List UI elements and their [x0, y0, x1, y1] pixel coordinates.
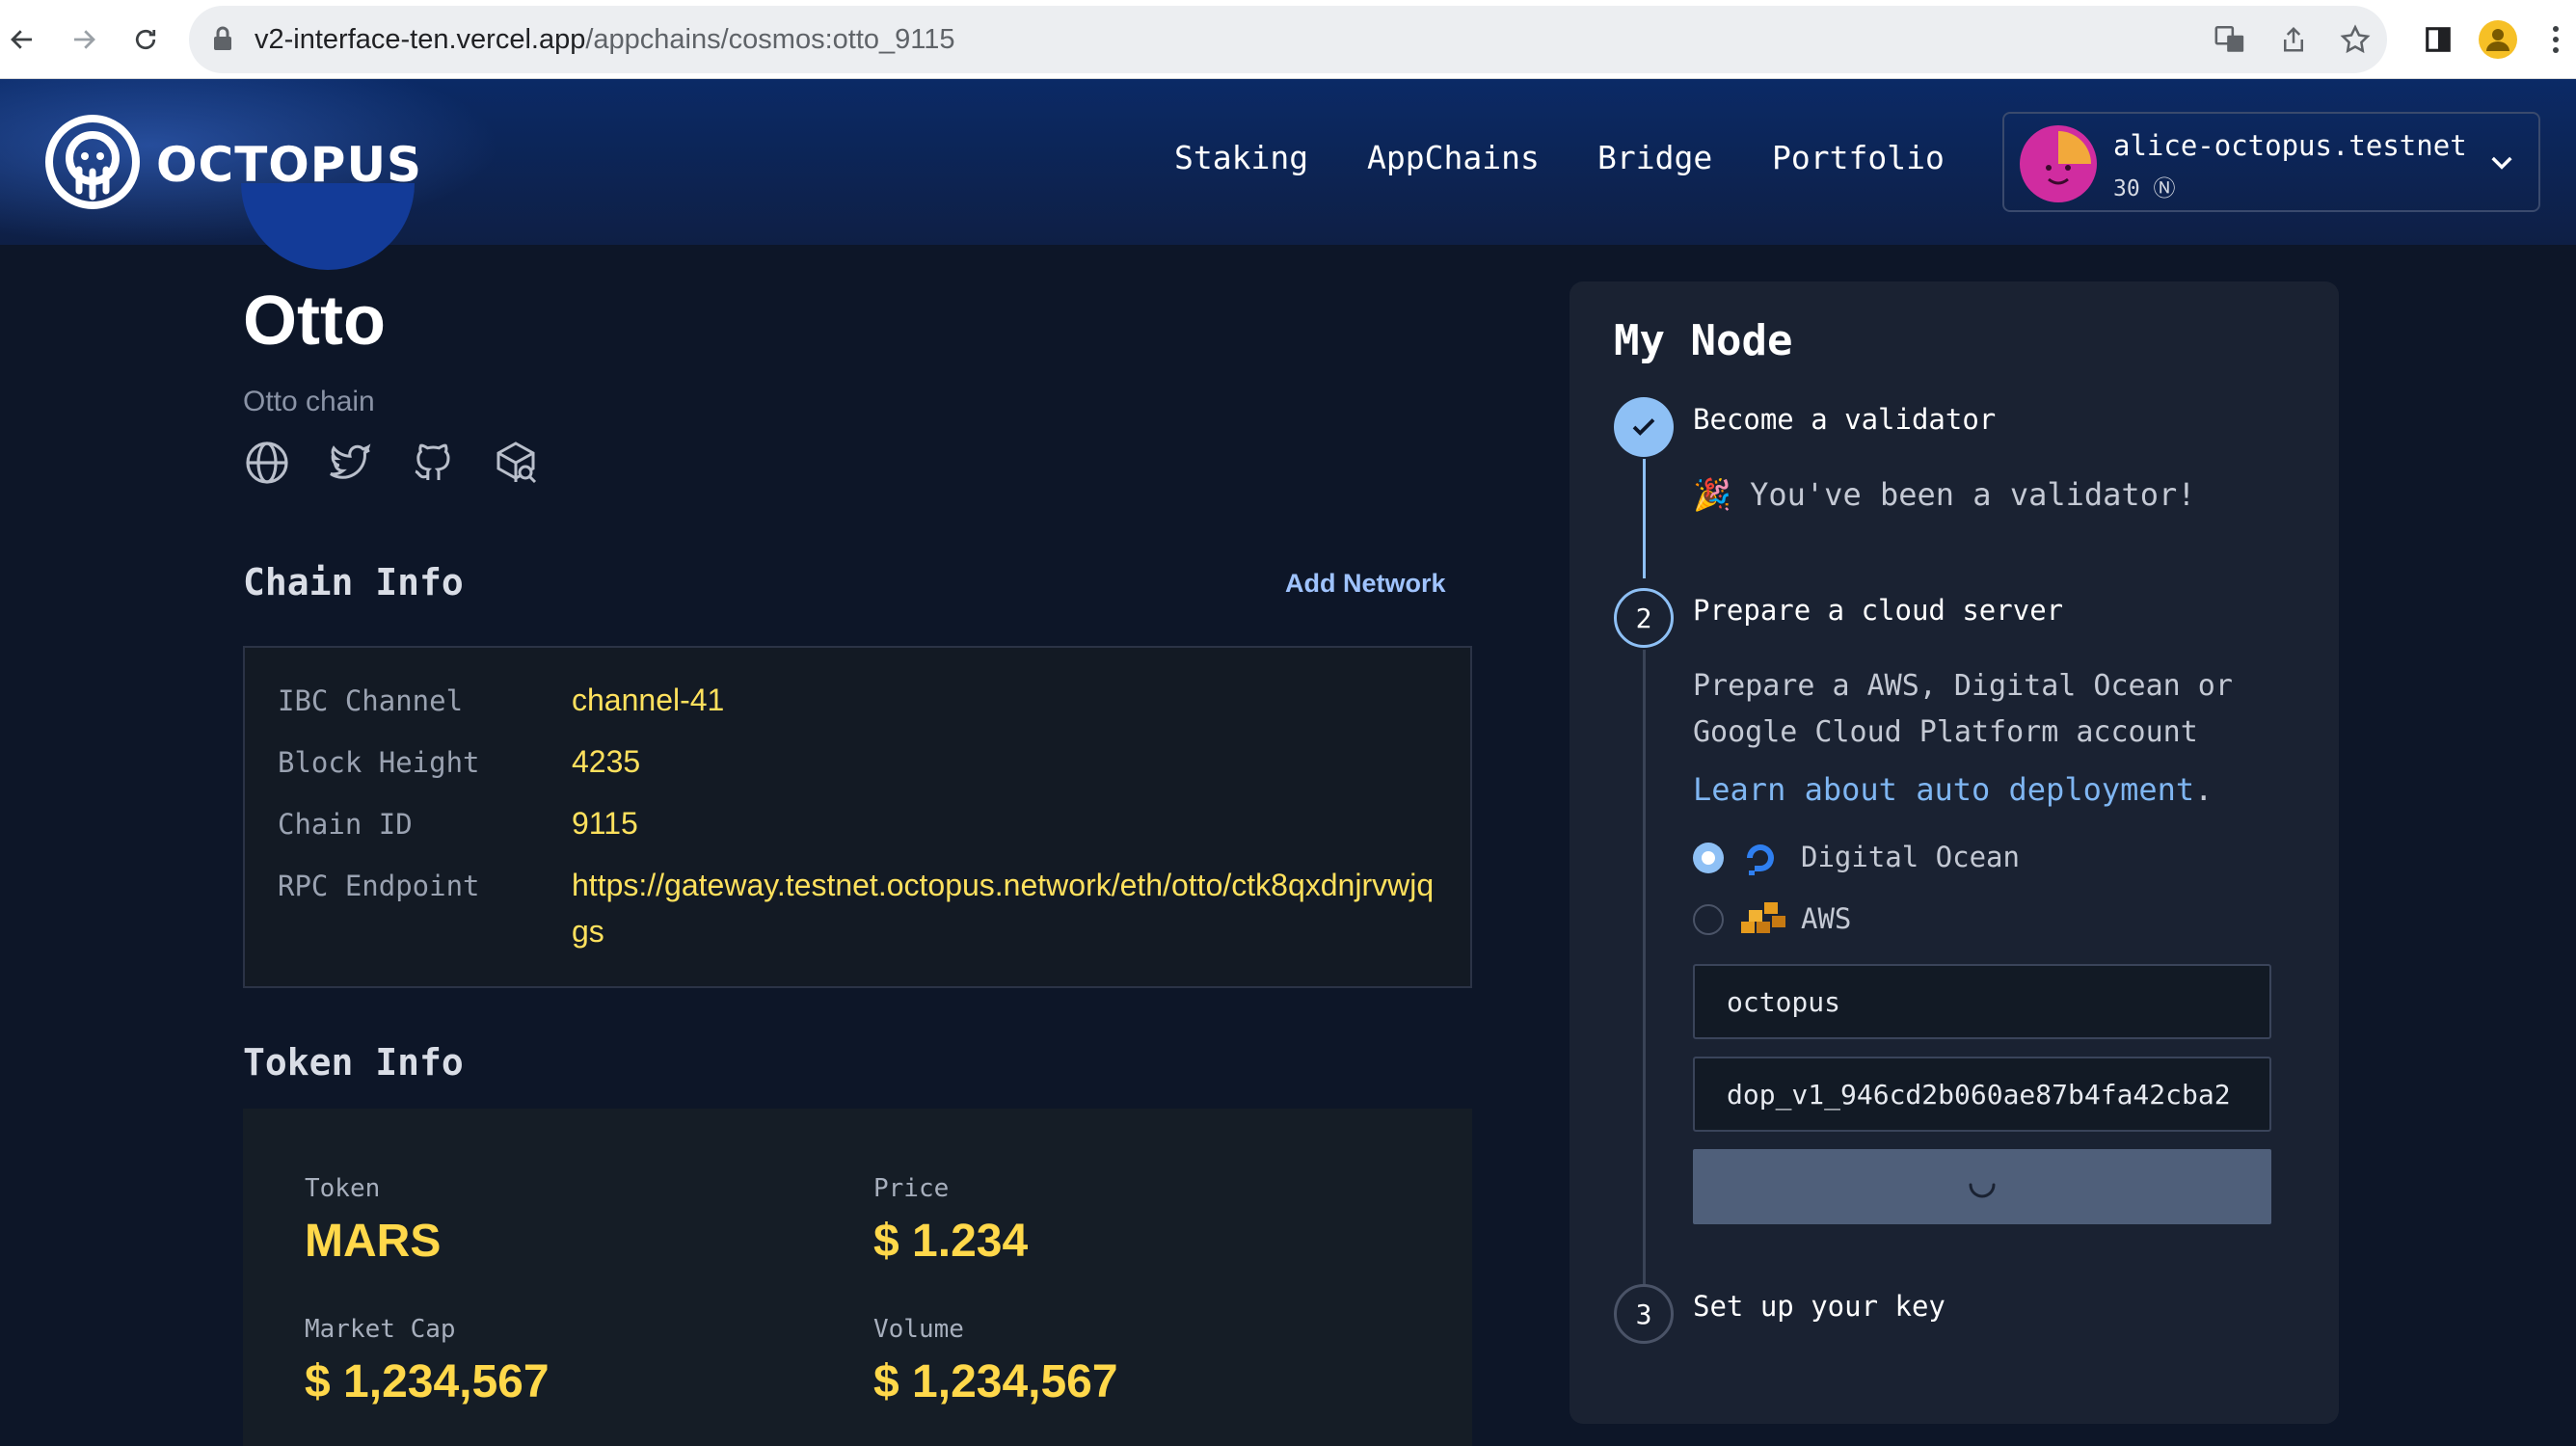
sidepanel-icon[interactable]	[2418, 19, 2458, 60]
learn-line: Learn about auto deployment.	[1693, 771, 2213, 808]
share-icon[interactable]	[2279, 23, 2308, 61]
url-path: /appchains/cosmos:otto_9115	[585, 24, 955, 55]
digital-ocean-icon	[1739, 837, 1782, 884]
octopus-logo-icon	[44, 114, 141, 215]
lock-icon	[212, 25, 233, 57]
step2-description: Prepare a AWS, Digital Ocean or Google C…	[1693, 669, 2233, 749]
address-bar[interactable]: v2-interface-ten.vercel.app/appchains/co…	[189, 6, 2387, 73]
provider-aws[interactable]: AWS	[1693, 898, 2079, 941]
aws-icon	[1739, 898, 1787, 946]
profile-icon[interactable]	[2478, 19, 2518, 60]
step3-title: Set up your key	[1693, 1290, 1945, 1323]
info-value: 4235	[572, 744, 641, 779]
nav-bridge[interactable]: Bridge	[1597, 139, 1712, 176]
avatar	[2020, 125, 2097, 202]
provider-label: Digital Ocean	[1801, 841, 2020, 873]
chain-subtitle: Otto chain	[243, 386, 375, 417]
access-token-input[interactable]	[1693, 1057, 2271, 1132]
provider-label: AWS	[1801, 902, 1852, 935]
step-connector	[1643, 459, 1646, 578]
nav-portfolio[interactable]: Portfolio	[1772, 139, 1945, 176]
browser-toolbar: v2-interface-ten.vercel.app/appchains/co…	[0, 0, 2576, 79]
project-name-field[interactable]	[1695, 966, 2269, 1037]
bookmark-star-icon[interactable]	[2339, 23, 2372, 61]
github-icon[interactable]	[409, 439, 457, 487]
account-menu[interactable]: alice-octopus.testnet 30 Ⓝ	[2002, 112, 2540, 212]
token-info-title: Token Info	[243, 1041, 464, 1084]
market-cap-value: $ 1,234,567	[305, 1356, 550, 1407]
step-connector	[1643, 650, 1646, 1325]
step2-title: Prepare a cloud server	[1693, 594, 2064, 627]
account-name: alice-octopus.testnet	[2113, 129, 2467, 162]
token-value: MARS	[305, 1216, 442, 1267]
my-node-panel: My Node Become a validator 🎉 You've been…	[1570, 281, 2339, 1424]
radio-unselected[interactable]	[1693, 904, 1724, 935]
price-label: Price	[873, 1174, 950, 1203]
info-value: channel-41	[572, 683, 725, 717]
rpc-endpoint-link[interactable]: https://gateway.testnet.octopus.network/…	[572, 862, 1449, 954]
volume-label: Volume	[873, 1315, 964, 1344]
nav-staking[interactable]: Staking	[1174, 139, 1308, 176]
info-label: RPC Endpoint	[278, 870, 480, 902]
radio-selected[interactable]	[1693, 843, 1724, 873]
translate-icon[interactable]	[2214, 23, 2246, 61]
token-info-panel: Token MARS Price $ 1.234 Market Cap $ 1,…	[243, 1109, 1472, 1446]
chain-logo	[241, 183, 415, 270]
my-node-title: My Node	[1614, 316, 1793, 365]
back-icon[interactable]	[2, 19, 42, 60]
add-network-button[interactable]: Add Network	[1285, 569, 1446, 599]
forward-icon[interactable]	[64, 19, 104, 60]
market-cap-label: Market Cap	[305, 1315, 456, 1344]
token-label: Token	[305, 1174, 381, 1203]
explorer-icon[interactable]	[492, 439, 540, 487]
project-name-input[interactable]	[1693, 964, 2271, 1039]
url-host: v2-interface-ten.vercel.app	[255, 24, 586, 55]
info-label: IBC Channel	[278, 684, 464, 717]
chain-name: Otto	[243, 282, 386, 360]
learn-auto-deployment-link[interactable]: Learn about auto deployment	[1693, 771, 2194, 808]
chain-links	[243, 439, 540, 487]
price-value: $ 1.234	[873, 1216, 1029, 1267]
chain-info-title: Chain Info	[243, 561, 464, 603]
website-icon[interactable]	[243, 439, 291, 487]
info-label: Chain ID	[278, 808, 413, 841]
nav-appchains[interactable]: AppChains	[1367, 139, 1540, 176]
account-balance: 30 Ⓝ	[2113, 176, 2176, 201]
step3-number: 3	[1614, 1284, 1674, 1344]
step2-number: 2	[1614, 588, 1674, 648]
deploy-button[interactable]	[1693, 1149, 2271, 1224]
access-token-field[interactable]	[1695, 1058, 2269, 1130]
step1-title: Become a validator	[1693, 403, 1997, 436]
validator-message: 🎉 You've been a validator!	[1693, 476, 2196, 513]
info-value: 9115	[572, 806, 638, 841]
url-text: v2-interface-ten.vercel.app/appchains/co…	[255, 24, 955, 56]
step-done-icon	[1614, 397, 1674, 457]
volume-value: $ 1,234,567	[873, 1356, 1118, 1407]
more-menu-icon[interactable]	[2541, 19, 2570, 60]
chain-info-panel: IBC Channel channel-41 Block Height 4235…	[243, 646, 1472, 988]
reload-icon[interactable]	[125, 19, 166, 60]
chevron-down-icon	[2486, 147, 2517, 182]
twitter-icon[interactable]	[326, 439, 374, 487]
provider-digital-ocean[interactable]: Digital Ocean	[1693, 837, 2079, 879]
learn-suffix: .	[2194, 771, 2214, 808]
info-label: Block Height	[278, 746, 480, 779]
loading-spinner-icon	[1966, 1168, 1999, 1206]
